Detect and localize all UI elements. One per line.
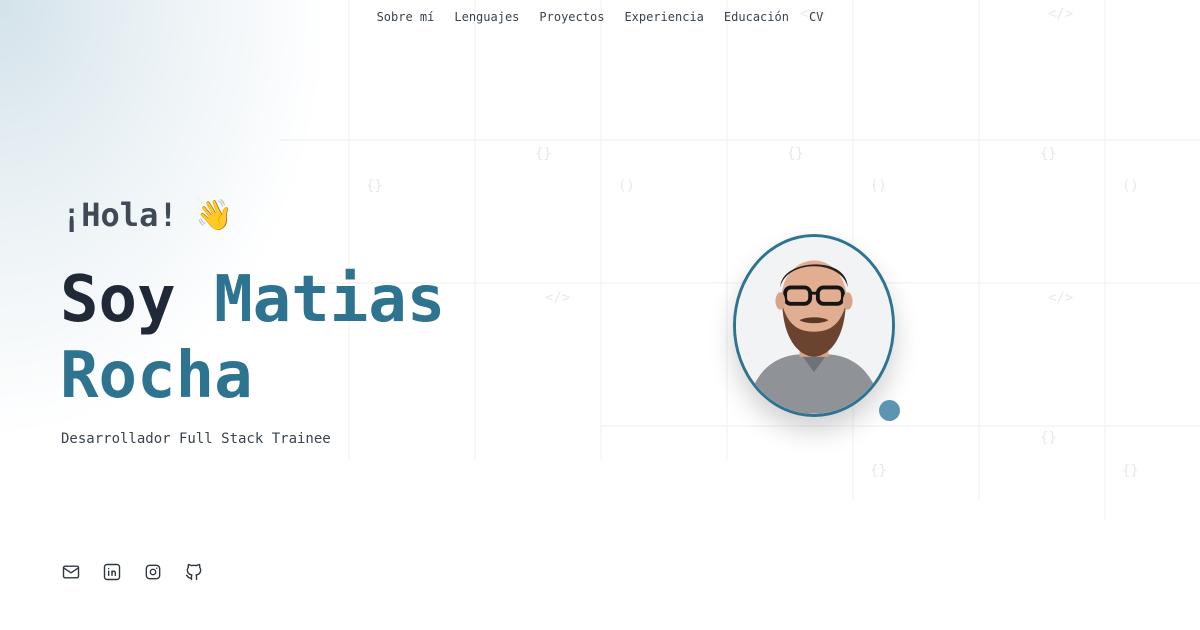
- nav-item-cv[interactable]: CV: [809, 10, 823, 24]
- name-prefix: Soy: [60, 263, 176, 337]
- waving-hand-icon: 👋: [195, 197, 233, 233]
- svg-text:{}: {}: [870, 463, 887, 479]
- nav-item-experiencia[interactable]: Experiencia: [624, 10, 703, 24]
- svg-text:{}: {}: [366, 178, 383, 194]
- greeting-text: ¡Hola!: [62, 196, 178, 234]
- svg-text:{}: {}: [1040, 430, 1057, 446]
- profile-portrait-image: [736, 237, 892, 414]
- hero-name: Soy Matias Rocha: [60, 262, 560, 414]
- top-nav: Sobre mí Lenguajes Proyectos Experiencia…: [0, 10, 1200, 24]
- svg-text:</>: </>: [1048, 290, 1073, 306]
- github-icon[interactable]: [184, 562, 204, 582]
- first-name: Matias: [214, 263, 446, 337]
- svg-text:(): (): [1122, 178, 1139, 194]
- role-subtitle: Desarrollador Full Stack Trainee: [61, 431, 331, 447]
- linkedin-icon[interactable]: [102, 562, 122, 582]
- last-name: Rocha: [60, 339, 253, 413]
- svg-text:{}: {}: [1040, 146, 1057, 162]
- social-links: [61, 562, 204, 582]
- nav-item-proyectos[interactable]: Proyectos: [539, 10, 604, 24]
- greeting: ¡Hola! 👋: [62, 196, 233, 234]
- svg-text:(): (): [618, 178, 635, 194]
- profile-photo: [733, 234, 895, 417]
- svg-text:{}: {}: [1122, 463, 1139, 479]
- svg-text:(): (): [870, 178, 887, 194]
- mail-icon[interactable]: [61, 562, 81, 582]
- instagram-icon[interactable]: [143, 562, 163, 582]
- hero-page: </> </> {} {} {} {} () () () </> </> {} …: [0, 0, 1200, 630]
- svg-text:{}: {}: [787, 146, 804, 162]
- decorative-dot: [879, 400, 900, 421]
- nav-item-educacion[interactable]: Educación: [724, 10, 789, 24]
- svg-text:{}: {}: [535, 146, 552, 162]
- nav-item-sobre-mi[interactable]: Sobre mí: [377, 10, 435, 24]
- nav-item-lenguajes[interactable]: Lenguajes: [454, 10, 519, 24]
